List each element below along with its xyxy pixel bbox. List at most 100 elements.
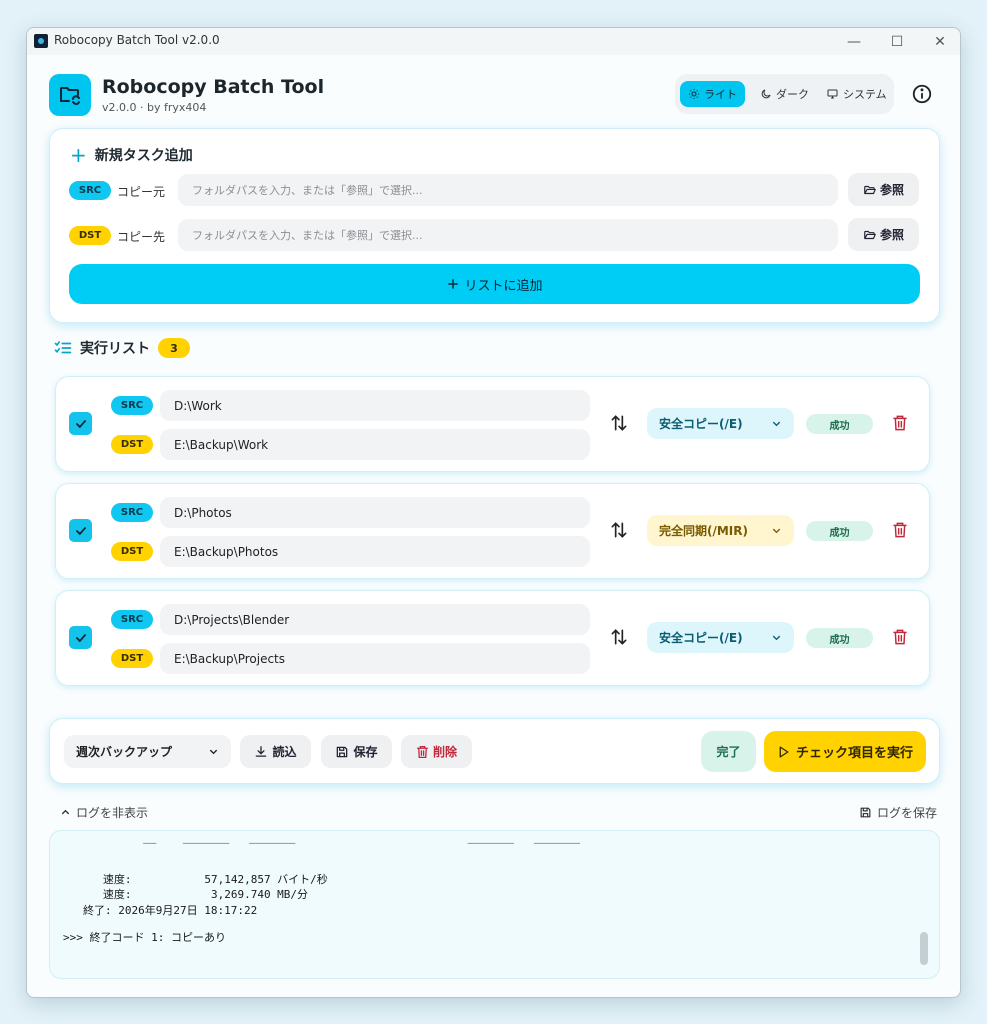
app-title: Robocopy Batch Tool — [102, 76, 325, 98]
theme-light-button[interactable]: ライト — [680, 81, 745, 107]
minimize-button[interactable]: — — [832, 28, 876, 55]
chevron-down-icon — [209, 749, 218, 755]
task-list-header: 実行リスト 3 — [54, 338, 190, 358]
task-src-badge: SRC — [111, 503, 153, 522]
action-bar: 週次バックアップ 読込 保存 削除 完了 チェック項目を実行 — [49, 718, 940, 784]
plus-icon — [448, 279, 459, 289]
chevron-up-icon — [61, 809, 70, 815]
theme-light-label: ライト — [704, 88, 737, 101]
add-to-list-button[interactable]: リストに追加 — [69, 264, 920, 304]
chevron-down-icon — [772, 528, 781, 534]
swap-icon[interactable] — [609, 413, 629, 433]
swap-icon[interactable] — [609, 520, 629, 540]
maximize-button[interactable]: ☐ — [875, 28, 919, 55]
task-src-path[interactable]: D:\Projects\Blender — [160, 604, 590, 635]
chevron-down-icon — [772, 635, 781, 641]
dst-browse-button[interactable]: 参照 — [848, 218, 919, 251]
done-status-button[interactable]: 完了 — [701, 731, 756, 772]
info-icon[interactable] — [911, 83, 933, 105]
save-icon — [337, 746, 348, 757]
trash-icon[interactable] — [892, 628, 908, 646]
task-src-badge: SRC — [111, 610, 153, 629]
task-list-title: 実行リスト — [80, 341, 150, 357]
task-dst-path[interactable]: E:\Backup\Work — [160, 429, 590, 460]
log-line: 速度: 3,269.740 MB/分 — [83, 888, 309, 901]
task-src-badge: SRC — [111, 396, 153, 415]
log-output[interactable]: —— ——————— ——————— ——————— ——————— 速度: 5… — [49, 830, 940, 979]
status-badge: 成功 — [806, 414, 873, 434]
task-dst-badge: DST — [111, 435, 153, 454]
app-window: Robocopy Batch Tool v2.0.0 — ☐ ✕ Robocop… — [26, 27, 961, 998]
swap-icon[interactable] — [609, 627, 629, 647]
folder-sync-icon — [60, 87, 80, 105]
add-task-title: + 新規タスク追加 — [70, 145, 193, 165]
window-title: Robocopy Batch Tool v2.0.0 — [54, 33, 220, 47]
task-checkbox[interactable] — [69, 626, 92, 649]
theme-system-label: システム — [843, 88, 887, 101]
src-badge: SRC — [69, 181, 111, 200]
src-path-input[interactable]: フォルダパスを入力、または「参照」で選択... — [178, 174, 838, 206]
app-subtitle: v2.0.0 · by fryx404 — [102, 101, 207, 114]
src-browse-button[interactable]: 参照 — [848, 173, 919, 206]
folder-open-icon — [864, 230, 876, 239]
task-dst-badge: DST — [111, 649, 153, 668]
trash-icon — [416, 745, 428, 758]
copy-mode-select[interactable]: 完全同期(/MIR) — [647, 515, 794, 546]
theme-dark-button[interactable]: ダーク — [752, 81, 817, 107]
task-card: SRC D:\Work DST E:\Backup\Work 安全コピー(/E)… — [55, 376, 930, 472]
plus-icon: + — [70, 143, 87, 167]
dst-browse-label: 参照 — [879, 228, 904, 242]
task-src-path[interactable]: D:\Work — [160, 390, 590, 421]
log-line: 終了: 2026年9月27日 18:17:22 — [83, 904, 258, 917]
delete-label: 削除 — [432, 745, 457, 759]
status-badge: 成功 — [806, 628, 873, 648]
save-label: 保存 — [353, 745, 378, 759]
task-src-path[interactable]: D:\Photos — [160, 497, 590, 528]
check-icon — [75, 633, 86, 642]
dst-badge: DST — [69, 226, 111, 245]
preset-select[interactable]: 週次バックアップ — [64, 735, 231, 768]
task-count-badge: 3 — [158, 338, 190, 358]
title-bar: Robocopy Batch Tool v2.0.0 — ☐ ✕ — [27, 28, 960, 55]
copy-mode-value: 安全コピー(/E) — [659, 631, 743, 645]
log-save-button[interactable]: ログを保存 — [859, 804, 937, 821]
add-task-title-text: 新規タスク追加 — [94, 148, 193, 164]
load-button[interactable]: 読込 — [240, 735, 311, 768]
dst-path-input[interactable]: フォルダパスを入力、または「参照」で選択... — [178, 219, 838, 251]
download-icon — [256, 745, 267, 757]
log-toggle-button[interactable]: ログを非表示 — [60, 804, 148, 821]
status-badge: 成功 — [806, 521, 873, 541]
monitor-icon — [827, 89, 838, 99]
log-line: >>> 終了コード 1: コピーあり — [63, 931, 226, 944]
run-checked-button[interactable]: チェック項目を実行 — [764, 731, 926, 772]
app-logo — [49, 74, 91, 116]
src-browse-label: 参照 — [879, 183, 904, 197]
delete-button[interactable]: 削除 — [401, 735, 472, 768]
folder-open-icon — [864, 185, 876, 194]
save-icon — [860, 807, 871, 818]
copy-mode-select[interactable]: 安全コピー(/E) — [647, 622, 794, 653]
trash-icon[interactable] — [892, 521, 908, 539]
app-icon — [34, 34, 48, 48]
task-dst-path[interactable]: E:\Backup\Photos — [160, 536, 590, 567]
task-checkbox[interactable] — [69, 412, 92, 435]
dst-label: コピー先 — [117, 230, 166, 244]
src-label: コピー元 — [117, 185, 166, 199]
log-scrollbar[interactable] — [920, 932, 928, 965]
theme-system-button[interactable]: システム — [818, 81, 895, 107]
chevron-down-icon — [772, 421, 781, 427]
log-save-label: ログを保存 — [877, 806, 938, 820]
play-icon — [779, 745, 789, 758]
copy-mode-select[interactable]: 安全コピー(/E) — [647, 408, 794, 439]
trash-icon[interactable] — [892, 414, 908, 432]
task-checkbox[interactable] — [69, 519, 92, 542]
check-icon — [75, 419, 86, 428]
close-button[interactable]: ✕ — [918, 28, 960, 55]
sun-icon — [689, 89, 699, 99]
save-button[interactable]: 保存 — [321, 735, 392, 768]
log-clipped-line: —— ——————— ——————— ——————— ——————— — [110, 837, 581, 844]
task-dst-path[interactable]: E:\Backup\Projects — [160, 643, 590, 674]
log-toggle-label: ログを非表示 — [76, 806, 149, 820]
checklist-icon — [54, 341, 72, 354]
task-dst-badge: DST — [111, 542, 153, 561]
